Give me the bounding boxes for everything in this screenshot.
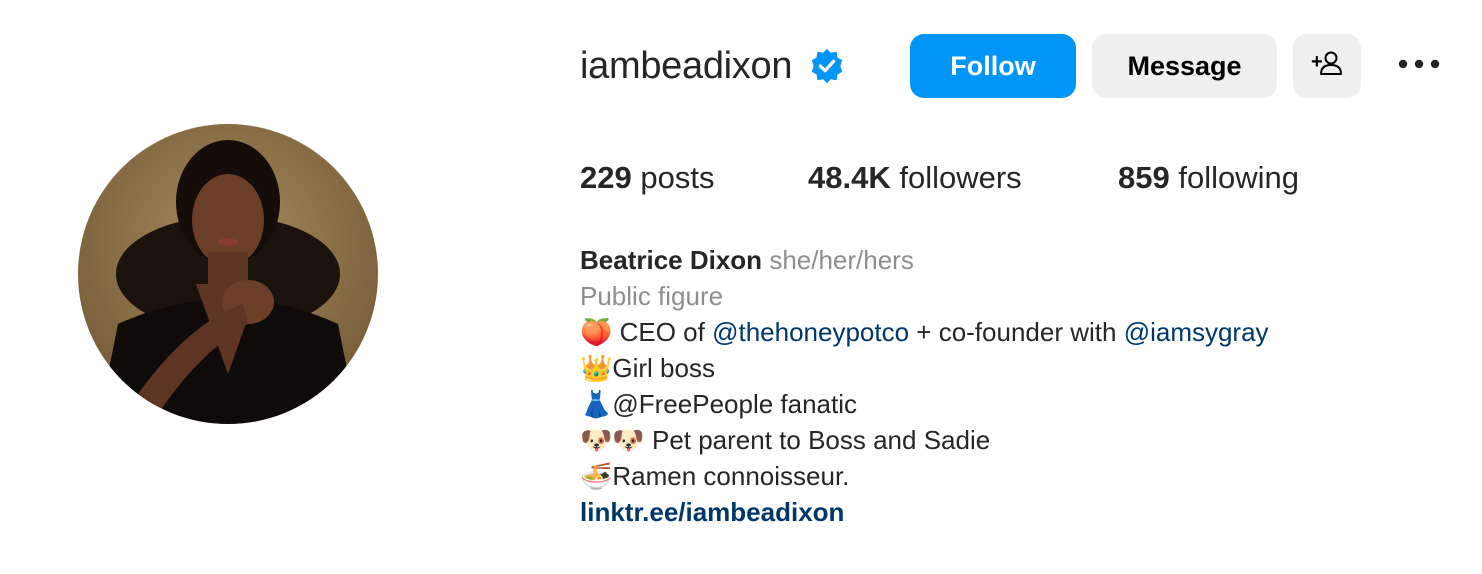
following-label: following bbox=[1169, 160, 1299, 195]
more-options-icon bbox=[1397, 57, 1441, 75]
external-link[interactable]: linktr.ee/iambeadixon bbox=[580, 497, 844, 527]
suggested-accounts-button[interactable]: + bbox=[1293, 34, 1361, 98]
bio-line-pets: 🐶🐶 Pet parent to Boss and Sadie bbox=[580, 422, 1269, 458]
bio-line-freepeople: 👗@FreePeople fanatic bbox=[580, 386, 1269, 422]
followers-number: 48.4K bbox=[808, 160, 891, 195]
follow-button[interactable]: Follow bbox=[910, 34, 1076, 98]
mention-thehoneypotco[interactable]: @thehoneypotco bbox=[712, 317, 909, 347]
profile-header: iambeadixon bbox=[580, 34, 846, 98]
profile-bio: Beatrice Dixon she/her/hers Public figur… bbox=[580, 242, 1269, 530]
category-line: Public figure bbox=[580, 278, 1269, 314]
bio-text: Girl boss bbox=[612, 353, 715, 383]
ramen-emoji: 🍜 bbox=[580, 462, 613, 492]
following-number: 859 bbox=[1118, 160, 1170, 195]
pronouns: she/her/hers bbox=[769, 245, 914, 275]
bio-line-ramen: 🍜Ramen connoisseur. bbox=[580, 458, 1269, 494]
name-line: Beatrice Dixon she/her/hers bbox=[580, 242, 1269, 278]
verified-badge-icon bbox=[808, 47, 846, 85]
more-options-button[interactable] bbox=[1393, 46, 1445, 86]
category-label: Public figure bbox=[580, 281, 724, 311]
profile-avatar[interactable] bbox=[78, 124, 378, 424]
dog-emoji: 🐶🐶 bbox=[580, 426, 645, 456]
message-button[interactable]: Message bbox=[1092, 34, 1277, 98]
mention-iamsygray[interactable]: @iamsygray bbox=[1124, 317, 1269, 347]
posts-number: 229 bbox=[580, 160, 632, 195]
bio-text: Pet parent to Boss and Sadie bbox=[644, 425, 991, 455]
following-link[interactable]: 859 following bbox=[1118, 160, 1299, 196]
crown-emoji: 👑 bbox=[580, 354, 613, 384]
bio-text: + co-founder with bbox=[909, 317, 1124, 347]
avatar-image bbox=[78, 124, 378, 424]
peach-emoji: 🍑 bbox=[580, 318, 613, 348]
bio-link-line: linktr.ee/iambeadixon bbox=[580, 494, 1269, 530]
bio-text: CEO of bbox=[612, 317, 713, 347]
followers-label: followers bbox=[890, 160, 1022, 195]
dress-emoji: 👗 bbox=[580, 390, 613, 420]
posts-label: posts bbox=[631, 160, 715, 195]
username: iambeadixon bbox=[580, 45, 793, 87]
bio-text: Ramen connoisseur. bbox=[612, 461, 850, 491]
add-person-icon: + bbox=[1311, 49, 1343, 84]
posts-count: 229 posts bbox=[580, 160, 714, 196]
bio-line-girlboss: 👑Girl boss bbox=[580, 350, 1269, 386]
bio-text: @FreePeople fanatic bbox=[612, 389, 858, 419]
followers-link[interactable]: 48.4K followers bbox=[808, 160, 1022, 196]
full-name: Beatrice Dixon bbox=[580, 245, 763, 275]
bio-line-ceo: 🍑 CEO of @thehoneypotco + co-founder wit… bbox=[580, 314, 1269, 350]
